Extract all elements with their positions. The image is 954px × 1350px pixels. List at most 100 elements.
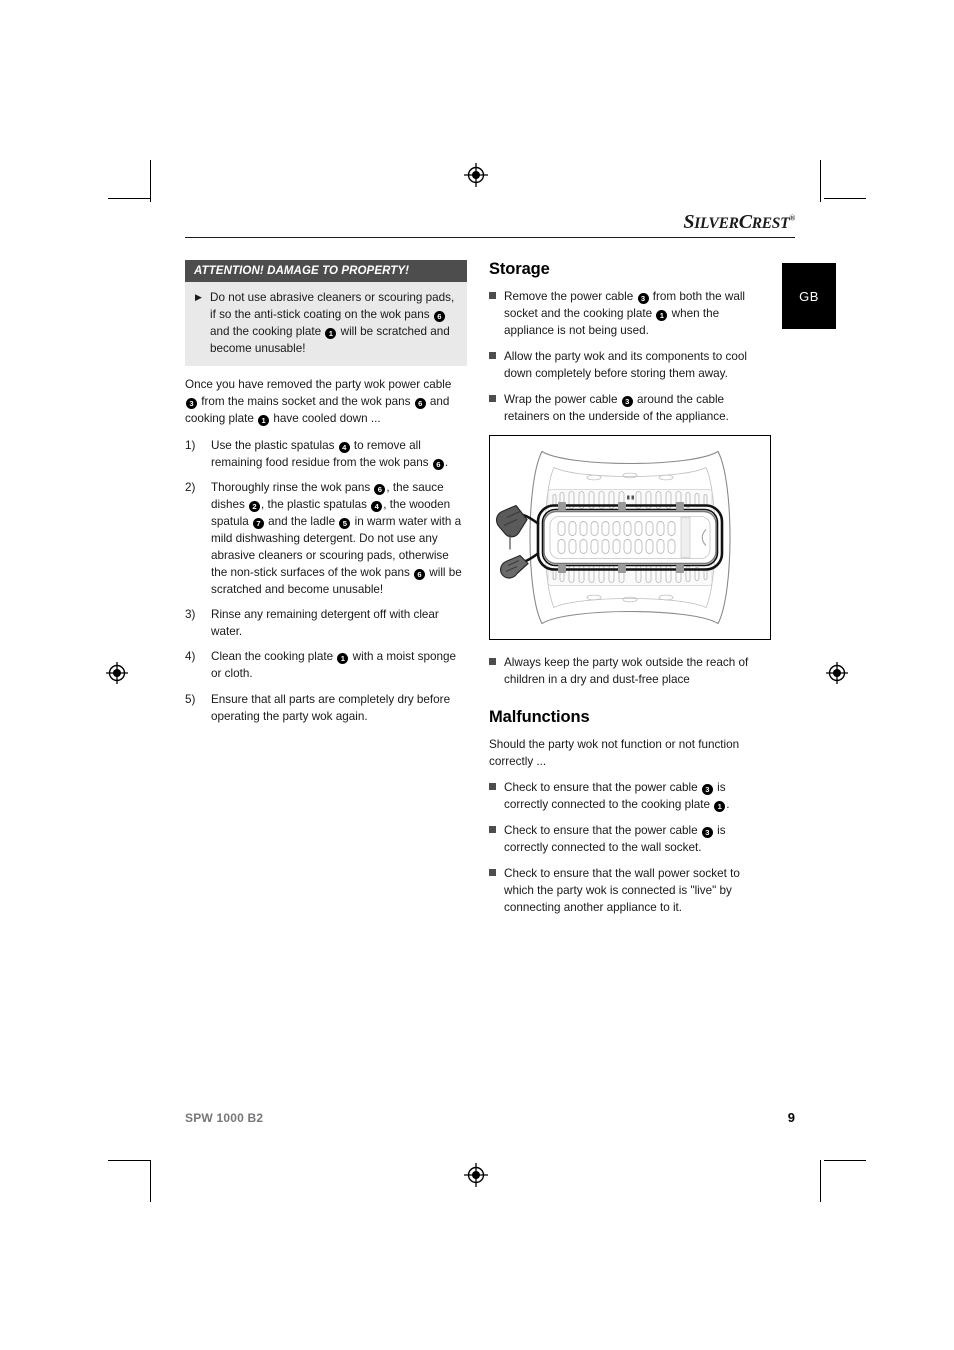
storage3-seg1: Wrap the power cable [504,393,621,407]
registration-mark-top [463,162,489,188]
square-bullet-icon [489,822,504,856]
component-ref-6: 6 [374,483,386,495]
malf2-seg1: Check to ensure that the power cable [504,824,701,838]
registered-trademark-icon: ® [789,213,795,223]
list-item: Check to ensure that the power cable 3 i… [489,779,771,813]
crop-mark-bottom-left-vertical [150,1160,151,1202]
step2-seg3: , the plastic spatulas [261,497,371,511]
attention-warning-box: ATTENTION! DAMAGE TO PROPERTY! ▶ Do not … [185,260,467,367]
component-ref-1: 1 [325,328,337,340]
storage-item-text: Wrap the power cable 3 around the cable … [504,391,771,425]
storage1-seg1: Remove the power cable [504,290,637,303]
list-item: 3) Rinse any remaining detergent off wit… [185,606,467,640]
brand-ilver: ILVER [694,215,739,232]
silvercrest-logo: SILVERCREST® [683,211,795,234]
page-title-storage: Storage [489,260,550,278]
component-ref-4: 4 [338,441,350,453]
square-bullet-icon [489,348,504,382]
intro-seg4: have cooled down ... [270,412,381,426]
step-number: 5) [185,692,196,706]
brand-s: S [683,211,695,233]
warning-seg1: Do not use abrasive cleaners or scouring… [210,291,455,322]
malfunctions-intro-paragraph: Should the party wok not function or not… [489,737,740,768]
step-number: 3) [185,608,196,622]
brand-rest: REST [751,215,790,232]
step2-seg1: Thoroughly rinse the wok pans [211,480,374,494]
malfunction-item-text: Check to ensure that the power cable 3 i… [504,822,771,856]
warning-list-item: ▶ Do not use abrasive cleaners or scouri… [195,289,457,357]
list-item: Remove the power cable 3 from both the w… [489,288,771,339]
arrow-bullet-icon: ▶ [195,292,202,302]
malfunction-item-text: Check to ensure that the wall power sock… [504,867,740,915]
header-divider [185,237,795,238]
model-number: SPW 1000 B2 [185,1111,264,1125]
component-ref-6: 6 [433,311,445,323]
component-ref-1: 1 [714,800,726,812]
cleaning-intro-paragraph: Once you have removed the party wok powe… [185,376,467,427]
malf1-seg3: . [726,797,730,811]
component-ref-6: 6 [414,569,426,581]
component-ref-3: 3 [701,783,713,795]
list-item: 1) Use the plastic spatulas 4 to remove … [185,437,467,471]
step-text: Use the plastic spatulas 4 to remove all… [211,437,467,471]
component-ref-3: 3 [637,293,649,304]
crop-mark-top-left-vertical [150,160,151,202]
crop-mark-bottom-left-horizontal [108,1160,150,1161]
step-text: Thoroughly rinse the wok pans 6, the sau… [211,479,467,599]
list-item: Check to ensure that the power cable 3 i… [489,822,771,856]
component-ref-7: 7 [252,517,264,529]
square-bullet-icon [489,391,504,425]
page-number: 9 [787,1110,795,1125]
step-number: 1) [185,438,196,452]
step2-seg5: and the ladle [264,514,339,528]
storage-bullet-list: Remove the power cable 3 from both the w… [489,288,771,426]
left-column: ATTENTION! DAMAGE TO PROPERTY! ▶ Do not … [185,260,467,925]
step-text: Rinse any remaining detergent off with c… [211,608,439,639]
component-ref-1: 1 [337,653,349,665]
step4-seg1: Clean the cooking plate [211,650,337,664]
component-ref-3: 3 [701,827,713,839]
step-number: 4) [185,650,196,664]
square-bullet-icon [489,654,504,688]
component-ref-1: 1 [258,415,270,427]
malfunctions-bullet-list: Check to ensure that the power cable 3 i… [489,779,771,917]
list-item: 4) Clean the cooking plate 1 with a mois… [185,648,467,682]
crop-mark-top-right-horizontal [824,198,866,199]
appliance-underside-diagram [489,434,771,640]
step1-seg3: . [444,455,449,469]
component-ref-5: 5 [339,517,351,529]
component-ref-6: 6 [414,398,426,410]
two-column-layout: ATTENTION! DAMAGE TO PROPERTY! ▶ Do not … [185,260,795,925]
step-number: 2) [185,480,196,494]
registration-mark-right [824,660,850,686]
list-item: 2) Thoroughly rinse the wok pans 6, the … [185,479,467,599]
storage-item-text: Always keep the party wok outside the re… [504,655,749,686]
cleaning-steps-list: 1) Use the plastic spatulas 4 to remove … [185,437,467,725]
component-ref-3: 3 [186,398,197,410]
crop-mark-bottom-right-horizontal [824,1160,866,1161]
list-item: Allow the party wok and its components t… [489,348,771,382]
intro-seg1: Once you have removed the party wok powe… [185,378,452,392]
storage-bullet-list-after-figure: Always keep the party wok outside the re… [489,654,771,688]
brand-header: SILVERCREST® [185,205,795,235]
malf1-seg1: Check to ensure that the power cable [504,780,701,794]
component-ref-2: 2 [249,500,261,512]
step1-seg1: Use the plastic spatulas [211,438,338,452]
page-content: SILVERCREST® ATTENTION! DAMAGE TO PROPER… [185,205,795,925]
component-ref-6: 6 [432,458,444,470]
storage-item-text: Allow the party wok and its components t… [504,350,747,381]
intro-seg2: from the mains socket and the wok pans [198,395,414,409]
attention-warning-title: ATTENTION! DAMAGE TO PROPERTY! [185,260,467,282]
list-item: Always keep the party wok outside the re… [489,654,771,688]
step-text: Ensure that all parts are completely dry… [211,692,451,723]
square-bullet-icon [489,779,504,813]
component-ref-4: 4 [371,500,383,512]
square-bullet-icon [489,288,504,339]
storage-item-text: Remove the power cable 3 from both the w… [504,288,771,339]
mains-plug [496,504,528,550]
step-text: Clean the cooking plate 1 with a moist s… [211,648,467,682]
crop-mark-top-left-horizontal [108,198,150,199]
language-tab-label: GB [799,288,819,304]
list-item: Wrap the power cable 3 around the cable … [489,391,771,425]
registration-mark-bottom [463,1162,489,1188]
